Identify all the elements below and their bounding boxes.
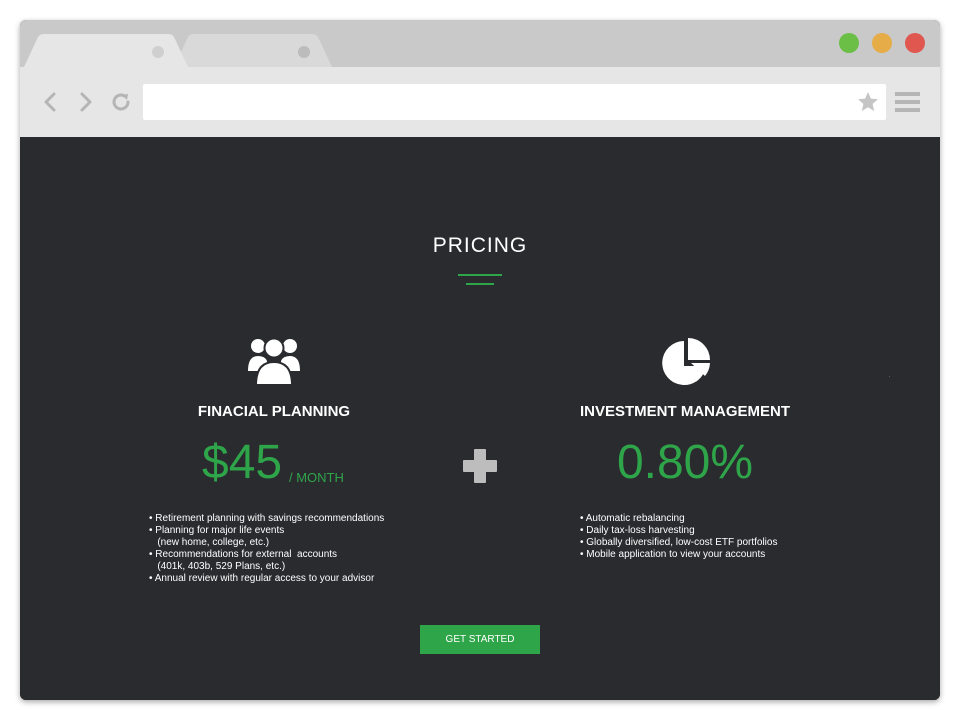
tab-close-icon[interactable]	[152, 46, 164, 58]
browser-tab-active[interactable]	[24, 34, 188, 67]
list-item: • Retirement planning with savings recom…	[149, 513, 385, 524]
forward-arrow-icon[interactable]	[74, 91, 96, 113]
close-window-button[interactable]	[905, 33, 925, 53]
decorative-dot	[889, 376, 890, 377]
page-title: PRICING	[432, 234, 528, 257]
browser-menu-icon[interactable]	[895, 91, 920, 113]
financial-planning-heading: FINACIAL PLANNING	[197, 403, 351, 420]
back-arrow-icon[interactable]	[40, 91, 62, 113]
page-content: PRICING FINACIAL PLANNING $45 / MONTH • …	[20, 137, 940, 700]
investment-management-heading: INVESTMENT MANAGEMENT	[580, 403, 790, 420]
bookmark-star-icon[interactable]	[857, 91, 879, 113]
browser-tab-inactive[interactable]	[174, 34, 332, 67]
list-item: • Globally diversified, low-cost ETF por…	[580, 537, 778, 548]
list-item: (401k, 403b, 529 Plans, etc.)	[149, 561, 286, 572]
title-divider-short	[466, 283, 494, 285]
financial-planning-features: • Retirement planning with savings recom…	[149, 513, 384, 585]
tab-close-icon[interactable]	[298, 46, 310, 58]
pie-chart-icon	[662, 338, 710, 385]
title-divider	[458, 274, 502, 276]
reload-icon[interactable]	[110, 91, 132, 113]
investment-management-features: • Automatic rebalancing • Daily tax-loss…	[580, 513, 777, 561]
list-item: (new home, college, etc.)	[149, 537, 270, 548]
list-item: • Planning for major life events	[149, 525, 285, 536]
list-item: • Automatic rebalancing	[580, 513, 685, 524]
minimize-window-button[interactable]	[872, 33, 892, 53]
list-item: • Daily tax-loss harvesting	[580, 525, 695, 536]
list-item: • Mobile application to view your accoun…	[580, 549, 766, 560]
get-started-button[interactable]: GET STARTED	[420, 625, 540, 654]
list-item: • Recommendations for external accounts	[149, 549, 338, 560]
browser-window: PRICING FINACIAL PLANNING $45 / MONTH • …	[20, 20, 940, 700]
maximize-window-button[interactable]	[839, 33, 859, 53]
users-icon	[248, 337, 300, 385]
browser-tab-bar	[20, 20, 940, 67]
list-item: • Annual review with regular access to y…	[149, 573, 375, 584]
address-bar[interactable]	[143, 84, 886, 120]
browser-toolbar	[20, 67, 940, 137]
investment-management-price: 0.80%	[616, 436, 754, 489]
